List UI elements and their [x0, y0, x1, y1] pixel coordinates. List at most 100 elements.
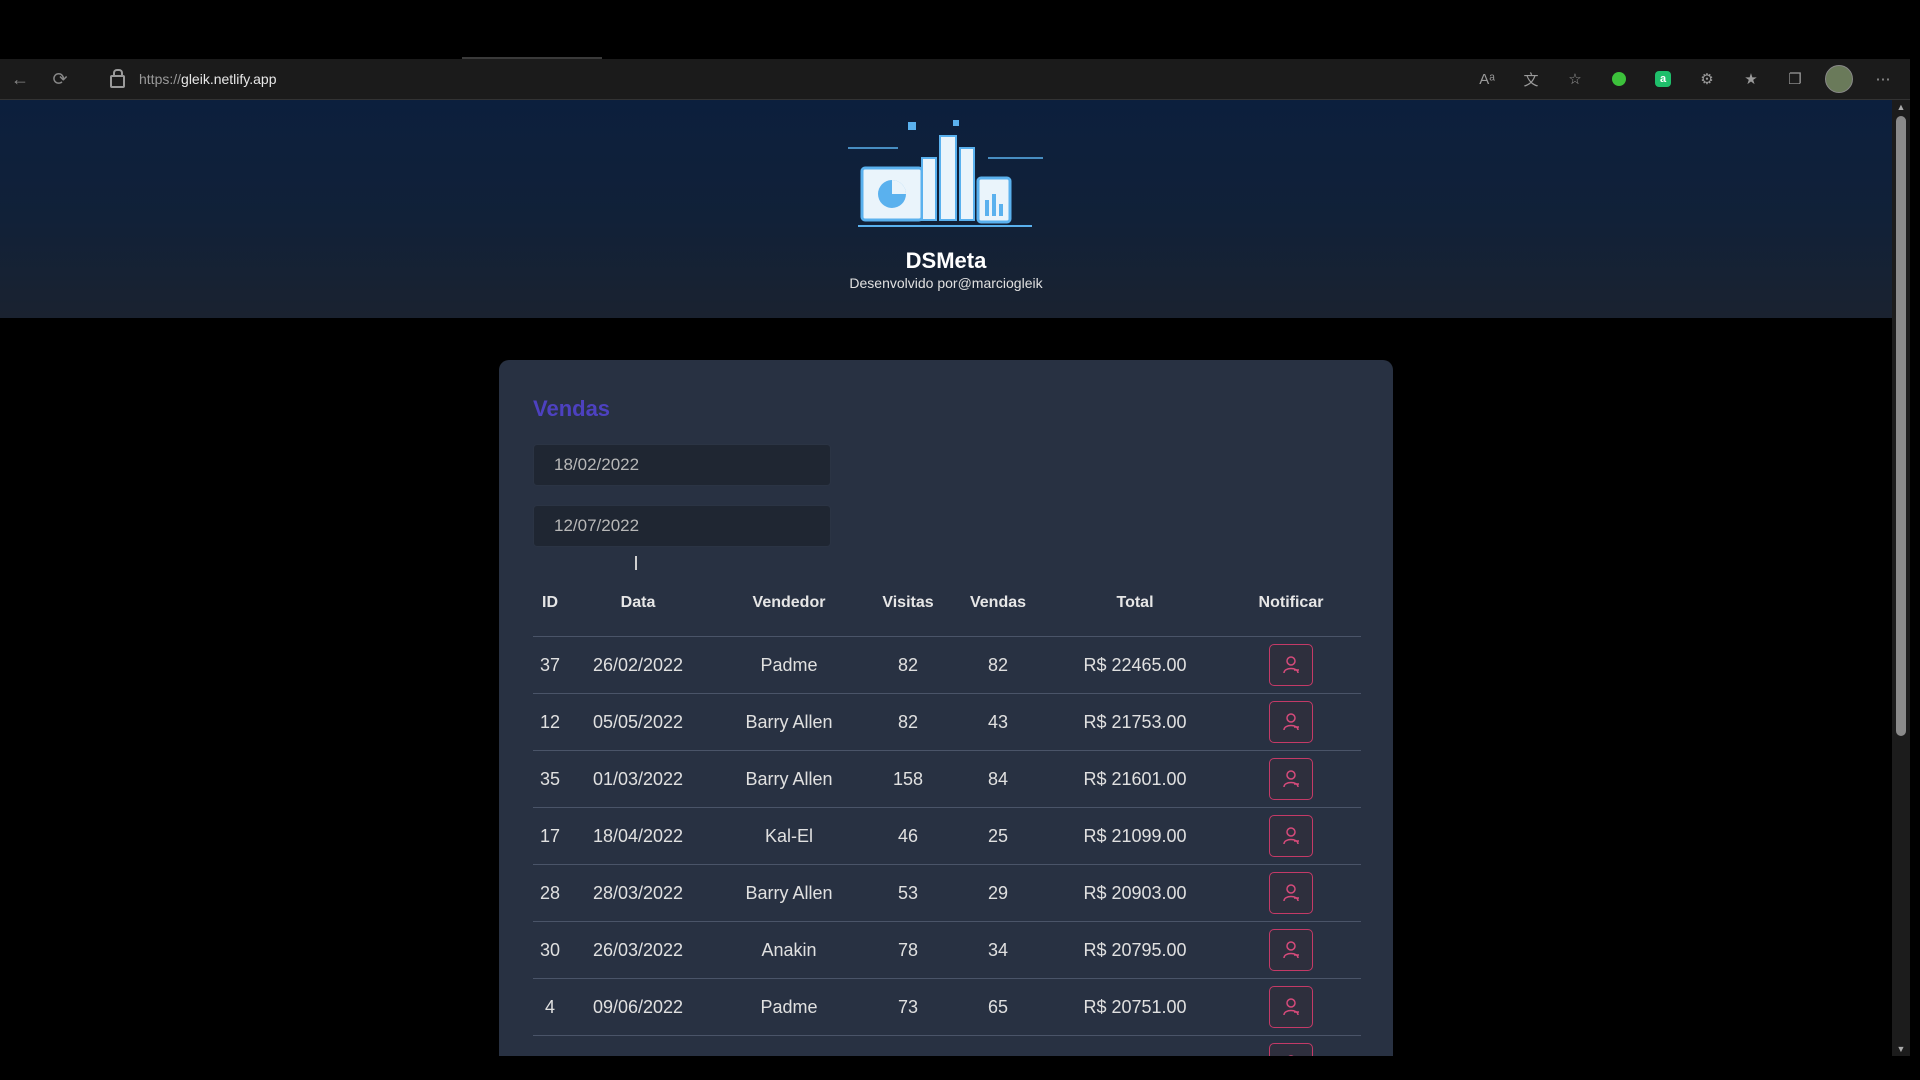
table-row: 17 18/04/2022 Kal-El 46 25 R$ 21099.00	[533, 807, 1361, 865]
header-notify: Notificar	[1221, 570, 1361, 637]
page-header: DSMeta Desenvolvido por@marciogleik	[0, 100, 1892, 318]
screen-top-border	[0, 0, 1920, 57]
table-row: 10 17/05/2022 Kal-El 28 23 R$ 20530.00	[533, 1035, 1361, 1056]
sales-card: Vendas 18/02/2022 12/07/2022 ID Data Ven…	[499, 360, 1393, 1056]
arrow-left-icon: ←	[11, 68, 29, 89]
max-date-input[interactable]: 12/07/2022	[533, 505, 831, 547]
browser-toolbar: ← ⟳ https://gleik.netlify.app Aᵃ 文 ☆ a ⚙…	[0, 59, 1910, 100]
read-aloud-button[interactable]: Aᵃ	[1470, 62, 1504, 96]
cell-total: R$ 20903.00	[1049, 864, 1221, 922]
page-viewport: DSMeta Desenvolvido por@marciogleik Vend…	[0, 100, 1892, 1056]
cell-id: 12	[533, 693, 567, 751]
scrollbar-thumb[interactable]	[1896, 116, 1906, 736]
read-aloud-icon: Aᵃ	[1479, 70, 1495, 88]
header-deals: Vendas	[947, 570, 1049, 637]
extension-dot-icon	[1612, 72, 1626, 86]
translate-button[interactable]: 文	[1514, 62, 1548, 96]
cell-visits: 28	[869, 1035, 947, 1056]
user-notify-icon	[1283, 656, 1299, 674]
vertical-scrollbar[interactable]: ▲ ▼	[1892, 100, 1910, 1056]
cell-seller: Kal-El	[709, 1035, 869, 1056]
user-notify-icon	[1283, 713, 1299, 731]
cell-total: R$ 20795.00	[1049, 921, 1221, 979]
cell-seller: Padme	[709, 978, 869, 1036]
cell-notify	[1221, 807, 1361, 865]
page-title: DSMeta	[905, 248, 987, 273]
add-favorite-button[interactable]: ☆	[1558, 62, 1592, 96]
scroll-down-icon[interactable]: ▼	[1896, 1044, 1906, 1054]
notify-button[interactable]	[1269, 758, 1313, 800]
table-row: 12 05/05/2022 Barry Allen 82 43 R$ 21753…	[533, 693, 1361, 751]
header-total: Total	[1049, 570, 1221, 637]
cell-id: 28	[533, 864, 567, 922]
user-notify-icon	[1283, 998, 1299, 1016]
cell-seller: Barry Allen	[709, 864, 869, 922]
url-scheme: https://	[139, 71, 182, 87]
sales-title: Vendas	[533, 396, 611, 421]
cell-deals: 65	[947, 978, 1049, 1036]
cell-notify	[1221, 864, 1361, 922]
cell-date: 01/03/2022	[567, 750, 709, 808]
screen-bottom-border	[0, 1056, 1920, 1080]
back-button[interactable]: ←	[0, 59, 40, 99]
extension-button-green[interactable]	[1602, 62, 1636, 96]
avatar	[1825, 65, 1853, 93]
puzzle-icon: ⚙	[1700, 71, 1714, 88]
toolbar-actions: Aᵃ 文 ☆ a ⚙ ★ ❐ ⋯	[1470, 59, 1900, 99]
scroll-up-icon[interactable]: ▲	[1896, 102, 1906, 112]
cell-id: 4	[533, 978, 567, 1036]
cell-total: R$ 20751.00	[1049, 978, 1221, 1036]
profile-button[interactable]	[1822, 62, 1856, 96]
cell-id: 30	[533, 921, 567, 979]
cell-visits: 82	[869, 693, 947, 751]
cell-deals: 23	[947, 1035, 1049, 1056]
cell-date: 28/03/2022	[567, 864, 709, 922]
cell-deals: 84	[947, 750, 1049, 808]
cell-date: 26/02/2022	[567, 636, 709, 694]
notify-button[interactable]	[1269, 815, 1313, 857]
cell-notify	[1221, 978, 1361, 1036]
cell-visits: 82	[869, 636, 947, 694]
notify-button[interactable]	[1269, 872, 1313, 914]
table-row: 37 26/02/2022 Padme 82 82 R$ 22465.00	[533, 636, 1361, 694]
header-id: ID	[533, 570, 567, 637]
cell-deals: 25	[947, 807, 1049, 865]
address-bar[interactable]: https://gleik.netlify.app	[110, 59, 277, 99]
cell-notify	[1221, 636, 1361, 694]
url-host: gleik.netlify.app	[181, 71, 277, 87]
cell-visits: 53	[869, 864, 947, 922]
notify-button[interactable]	[1269, 929, 1313, 971]
cell-seller: Kal-El	[709, 807, 869, 865]
header-date: Data	[567, 570, 709, 637]
favorites-button[interactable]: ★	[1734, 62, 1768, 96]
cell-date: 18/04/2022	[567, 807, 709, 865]
sales-table: ID Data Vendedor Visitas Vendas Total No…	[533, 570, 1361, 1056]
cell-date: 09/06/2022	[567, 978, 709, 1036]
more-menu-button[interactable]: ⋯	[1866, 62, 1900, 96]
reload-button[interactable]: ⟳	[40, 59, 80, 99]
cell-deals: 34	[947, 921, 1049, 979]
page-subtitle: Desenvolvido por@marciogleik	[849, 275, 1043, 291]
collections-button[interactable]: ❐	[1778, 62, 1812, 96]
table-row: 28 28/03/2022 Barry Allen 53 29 R$ 20903…	[533, 864, 1361, 922]
extension-button-grammar[interactable]: a	[1646, 62, 1680, 96]
cell-notify	[1221, 1035, 1361, 1056]
translate-icon: 文	[1523, 71, 1539, 89]
notify-button[interactable]	[1269, 644, 1313, 686]
cell-seller: Anakin	[709, 921, 869, 979]
reload-icon: ⟳	[52, 68, 68, 89]
user-notify-icon	[1283, 941, 1299, 959]
cell-seller: Barry Allen	[709, 693, 869, 751]
notify-button[interactable]	[1269, 1043, 1313, 1056]
cell-visits: 78	[869, 921, 947, 979]
cell-notify	[1221, 921, 1361, 979]
min-date-input[interactable]: 18/02/2022	[533, 444, 831, 486]
notify-button[interactable]	[1269, 986, 1313, 1028]
table-row: 30 26/03/2022 Anakin 78 34 R$ 20795.00	[533, 921, 1361, 979]
cell-seller: Barry Allen	[709, 750, 869, 808]
collections-icon: ❐	[1788, 71, 1802, 88]
table-row: 4 09/06/2022 Padme 73 65 R$ 20751.00	[533, 978, 1361, 1036]
user-notify-icon	[1283, 884, 1299, 902]
extensions-button[interactable]: ⚙	[1690, 62, 1724, 96]
notify-button[interactable]	[1269, 701, 1313, 743]
